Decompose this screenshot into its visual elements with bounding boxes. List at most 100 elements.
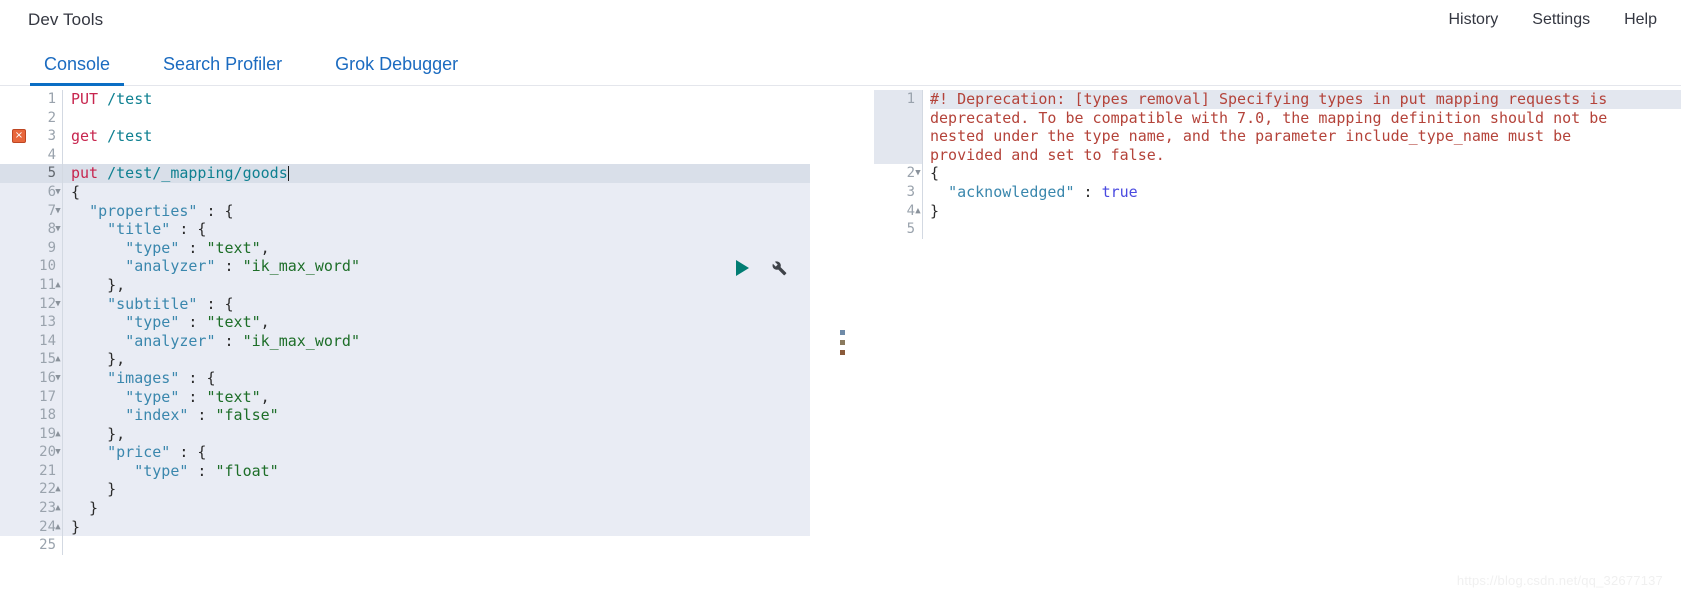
editor-line-active[interactable]: 5 put /test/_mapping/goods [0, 164, 810, 183]
line-content[interactable] [62, 145, 810, 165]
pane-splitter[interactable] [810, 86, 874, 598]
header-link-help[interactable]: Help [1624, 11, 1657, 29]
line-number-gutter: 5 [47, 165, 56, 182]
warning-line: #! Deprecation: [types removal] Specifyi… [930, 90, 1681, 109]
line-number-gutter: 11 ▲ [0, 276, 62, 295]
play-icon[interactable] [736, 259, 749, 276]
editor-line[interactable]: 2 [0, 108, 810, 128]
editor-line[interactable]: 19 ▲ }, [0, 424, 810, 444]
line-number-gutter: 20 ▼ [0, 443, 62, 462]
fold-collapse-icon[interactable]: ▼ [52, 443, 64, 462]
fold-expand-icon[interactable]: ▲ [52, 425, 64, 444]
line-number-gutter: 23 ▲ [0, 499, 62, 518]
editor-line[interactable]: × 3 get /test [0, 127, 810, 146]
editor-line[interactable]: 25 [0, 536, 810, 555]
fold-expand-icon[interactable]: ▲ [52, 480, 64, 499]
line-content[interactable]: "analyzer" : "ik_max_word" [62, 331, 810, 351]
fold-expand-icon[interactable]: ▲ [52, 518, 64, 537]
editor-line[interactable]: 12 ▼ "subtitle" : { [0, 294, 810, 314]
line-content[interactable]: "index" : "false" [62, 406, 810, 425]
editor-line[interactable]: 18 "index" : "false" [0, 406, 810, 425]
fold-expand-icon[interactable]: ▲ [52, 499, 64, 518]
header-link-settings[interactable]: Settings [1532, 11, 1590, 29]
line-content[interactable]: PUT /test [62, 90, 810, 109]
line-content[interactable]: "type" : "text", [62, 387, 810, 407]
line-content[interactable] [62, 108, 810, 128]
line-content[interactable]: { [62, 182, 810, 202]
editor-line[interactable]: 22 ▲ } [0, 480, 810, 500]
error-marker-icon[interactable]: × [12, 129, 26, 144]
line-content[interactable]: "price" : { [62, 443, 810, 462]
line-number-gutter: 22 ▲ [0, 480, 62, 499]
fold-collapse-icon[interactable]: ▼ [52, 295, 64, 314]
wrench-icon[interactable] [769, 258, 788, 277]
line-content[interactable]: "type" : "float" [62, 461, 810, 481]
text-cursor [287, 166, 289, 182]
tab-console[interactable]: Console [30, 54, 125, 86]
editor-line[interactable]: 6 ▼ { [0, 182, 810, 202]
fold-expand-icon[interactable]: ▲ [912, 202, 924, 221]
line-number-gutter: 8 ▼ [0, 220, 62, 239]
request-editor-pane[interactable]: 1 PUT /test 2 × 3 get /test 4 5 put /tes… [0, 86, 810, 598]
fold-collapse-icon[interactable]: ▼ [52, 220, 64, 239]
deprecation-warning-text: #! Deprecation: [types removal] Specifyi… [922, 90, 1681, 165]
fold-expand-icon[interactable]: ▲ [52, 350, 64, 369]
editor-line[interactable]: 8 ▼ "title" : { [0, 220, 810, 239]
fold-collapse-icon[interactable]: ▼ [52, 369, 64, 388]
editor-line[interactable]: 15 ▲ }, [0, 350, 810, 369]
line-content[interactable]: "title" : { [62, 220, 810, 239]
line-content[interactable]: } [62, 480, 810, 500]
line-number-gutter: 15 ▲ [0, 350, 62, 369]
tab-bar: Console Search Profiler Grok Debugger [0, 40, 1681, 86]
line-number-gutter: 12 ▼ [0, 295, 62, 314]
line-content[interactable]: put /test/_mapping/goods [62, 164, 810, 183]
line-content[interactable]: "images" : { [62, 368, 810, 388]
editor-line[interactable]: 20 ▼ "price" : { [0, 443, 810, 462]
line-content[interactable] [62, 536, 810, 555]
line-content[interactable]: } [62, 499, 810, 518]
fold-collapse-icon[interactable]: ▼ [52, 202, 64, 221]
editor-line[interactable]: 13 "type" : "text", [0, 313, 810, 332]
editor-line[interactable]: 7 ▼ "properties" : { [0, 201, 810, 221]
line-number-gutter: 5 [906, 221, 915, 238]
editor-line[interactable]: 11 ▲ }, [0, 275, 810, 295]
line-number-gutter: 21 [39, 462, 56, 479]
line-content[interactable]: }, [62, 275, 810, 295]
dev-tools-console-app: Dev Tools History Settings Help Console … [0, 0, 1681, 598]
editor-line[interactable]: 21 "type" : "float" [0, 461, 810, 481]
line-number-gutter: 25 [39, 537, 56, 554]
console-body: 1 PUT /test 2 × 3 get /test 4 5 put /tes… [0, 86, 1681, 598]
line-content[interactable]: get /test [62, 127, 810, 146]
editor-line[interactable]: 4 [0, 145, 810, 165]
tab-search-profiler[interactable]: Search Profiler [149, 54, 296, 86]
line-content[interactable]: "type" : "text", [62, 313, 810, 332]
fold-collapse-icon[interactable]: ▼ [912, 164, 924, 183]
line-content[interactable]: "subtitle" : { [62, 294, 810, 314]
editor-line[interactable]: 24 ▲ } [0, 517, 810, 537]
header-links: History Settings Help [1449, 11, 1660, 29]
line-content[interactable]: } [62, 517, 810, 537]
response-pane[interactable]: 1 #! Deprecation: [types removal] Specif… [874, 86, 1681, 598]
editor-line[interactable]: 16 ▼ "images" : { [0, 368, 810, 388]
line-content[interactable]: "analyzer" : "ik_max_word" [62, 257, 810, 276]
editor-line[interactable]: 23 ▲ } [0, 499, 810, 518]
editor-line[interactable]: 10 "analyzer" : "ik_max_word" [0, 257, 810, 276]
editor-line[interactable]: 1 PUT /test [0, 90, 810, 109]
request-editor[interactable]: 1 PUT /test 2 × 3 get /test 4 5 put /tes… [0, 86, 810, 598]
editor-line[interactable]: 17 "type" : "text", [0, 387, 810, 407]
line-content[interactable]: "properties" : { [62, 201, 810, 221]
line-number-gutter: 4 [47, 146, 56, 163]
line-content[interactable]: }, [62, 424, 810, 444]
fold-expand-icon[interactable]: ▲ [52, 276, 64, 295]
tab-grok-debugger[interactable]: Grok Debugger [321, 54, 472, 86]
line-number-gutter: 3 [906, 183, 915, 200]
editor-line[interactable]: 14 "analyzer" : "ik_max_word" [0, 331, 810, 351]
fold-collapse-icon[interactable]: ▼ [52, 183, 64, 202]
editor-line[interactable]: 9 "type" : "text", [0, 238, 810, 258]
line-content[interactable]: }, [62, 350, 810, 369]
line-number-gutter: 9 [47, 239, 56, 256]
header-link-history[interactable]: History [1449, 11, 1499, 29]
line-content[interactable]: "type" : "text", [62, 238, 810, 258]
splitter-drag-handle-icon[interactable] [839, 329, 845, 355]
response-output: 1 #! Deprecation: [types removal] Specif… [874, 86, 1681, 598]
